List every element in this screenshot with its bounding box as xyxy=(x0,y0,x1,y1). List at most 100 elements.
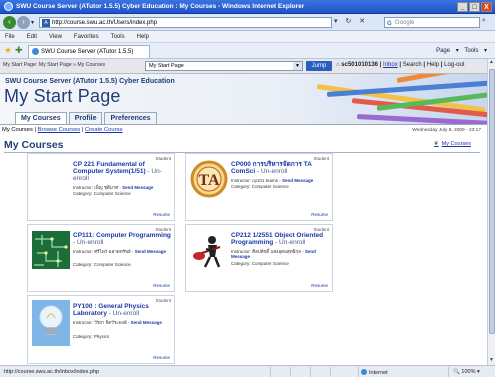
resume-link[interactable]: Resume xyxy=(153,283,170,288)
status-divider xyxy=(290,367,291,377)
resume-link[interactable]: Resume xyxy=(153,355,170,360)
google-icon: G xyxy=(387,21,392,27)
instructor: Instructor: เพ็ญ ชุติมาศ - Send Message xyxy=(73,185,173,190)
help-link[interactable]: Help xyxy=(427,62,439,68)
history-dropdown-icon[interactable]: ▾ xyxy=(31,19,34,26)
profile-tabs: My Courses Profile Preferences xyxy=(15,112,157,124)
course-title-text[interactable]: CP 221 Fundamental of Computer System(1/… xyxy=(73,161,146,175)
menu-file[interactable]: File xyxy=(5,34,15,40)
security-zone: Internet xyxy=(361,369,388,376)
username: sc501010136 xyxy=(341,62,379,68)
course-title[interactable]: CP111: Computer Programming - Un-enroll xyxy=(73,232,171,246)
pencils-banner-image xyxy=(297,74,487,124)
tab-preferences[interactable]: Preferences xyxy=(104,112,157,124)
books-icon: ❦ xyxy=(434,141,439,147)
menu-view[interactable]: View xyxy=(49,34,62,40)
instructor: Instructor: ศิลปศักดิ์ แสงอุดมสุทธิกุล -… xyxy=(231,249,331,259)
menu-tools[interactable]: Tools xyxy=(111,34,125,40)
course-title-text[interactable]: CP111: Computer Programming xyxy=(73,232,171,239)
search-input[interactable]: G Google xyxy=(384,17,480,28)
command-bar[interactable]: Page ▾ Tools ▾ xyxy=(436,47,487,54)
course-card: Student TA CP000 การบริหารจัดการ TA ComS… xyxy=(185,153,333,221)
scroll-up-icon[interactable]: ▲ xyxy=(488,59,495,67)
my-courses-link-label: My Courses xyxy=(441,141,471,147)
subnav-current: My Courses xyxy=(2,127,33,133)
unenroll-link[interactable]: - Un-enroll xyxy=(107,310,139,317)
scrollbar-thumb[interactable] xyxy=(489,69,495,334)
unenroll-link[interactable]: - Un-enroll xyxy=(255,168,287,175)
sub-navigation: My Courses | Browse Courses | Create Cou… xyxy=(0,124,487,135)
ie-logo-icon xyxy=(4,2,13,11)
resume-link[interactable]: Resume xyxy=(311,212,328,217)
search-placeholder: Google xyxy=(395,20,415,26)
forward-button[interactable]: › xyxy=(17,16,30,29)
inbox-link[interactable]: Inbox xyxy=(383,62,398,68)
menu-favorites[interactable]: Favorites xyxy=(74,34,99,40)
instructor: Instructor: ศรีไพร ฉลาดทรัพย์ - Send Mes… xyxy=(73,249,173,254)
instructor-text: Instructor: เพ็ญ ชุติมาศ - xyxy=(73,185,123,190)
jump-select[interactable]: My Start Page ▼ xyxy=(145,61,303,71)
logout-link[interactable]: Log-out xyxy=(444,62,464,68)
browse-courses-link[interactable]: Browse Courses xyxy=(38,127,81,133)
send-message-link[interactable]: Send Message xyxy=(131,320,162,325)
maximize-button[interactable]: □ xyxy=(469,2,480,12)
send-message-link[interactable]: Send Message xyxy=(122,185,153,190)
send-message-link[interactable]: Send Message xyxy=(282,178,313,183)
unenroll-link[interactable]: - Un-enroll xyxy=(273,239,305,246)
close-button[interactable]: X xyxy=(481,2,492,12)
user-icon: ⌂ xyxy=(336,62,340,68)
url-field[interactable]: A http://course.swu.ac.th/Users/index.ph… xyxy=(39,17,332,28)
favorites-star-icon[interactable]: ★ xyxy=(4,46,12,55)
search-link[interactable]: Search xyxy=(403,62,422,68)
create-course-link[interactable]: Create Course xyxy=(85,127,123,133)
minimize-button[interactable]: _ xyxy=(457,2,468,12)
menu-bar: File Edit View Favorites Tools Help xyxy=(0,31,495,43)
add-favorite-icon[interactable]: ✚ xyxy=(15,46,23,55)
browser-tab[interactable]: SWU Course Server (ATutor 1.5.5) Cyber E… xyxy=(28,45,150,67)
vertical-scrollbar[interactable]: ▲ ▼ xyxy=(487,59,495,365)
site-header: SWU Course Server (ATutor 1.5.5) Cyber E… xyxy=(0,74,487,124)
course-thumbnail-guitarist[interactable] xyxy=(190,231,228,269)
status-divider xyxy=(270,367,271,377)
sub-nav-links: My Courses | Browse Courses | Create Cou… xyxy=(2,127,123,133)
status-divider xyxy=(330,367,331,377)
jump-button[interactable]: Jump xyxy=(306,61,332,71)
course-thumbnail-bulb[interactable] xyxy=(32,300,70,346)
zoom-level[interactable]: 🔍 100% ▾ xyxy=(453,369,480,375)
course-card: Student CP212 1/2551 Object Oriented Pro… xyxy=(185,224,333,292)
page-title: My Start Page xyxy=(4,86,121,106)
resume-link[interactable]: Resume xyxy=(153,212,170,217)
atutor-top-strip: My Start Page: My Start Page » My Course… xyxy=(0,59,487,74)
status-divider xyxy=(310,367,311,377)
course-thumbnail-circuit[interactable] xyxy=(32,231,70,269)
category: Category: Computer Science xyxy=(73,191,131,196)
back-button[interactable]: ‹ xyxy=(3,16,16,29)
zone-label: Internet xyxy=(369,370,388,376)
globe-icon xyxy=(361,369,367,375)
favorites-bar: ★ ✚ SWU Course Server (ATutor 1.5.5) Cyb… xyxy=(0,43,495,67)
course-card: Student CP 221 Fundamental of Computer S… xyxy=(27,153,175,221)
course-title[interactable]: CP000 การบริหารจัดการ TA ComSci - Un-enr… xyxy=(231,161,329,175)
tab-profile[interactable]: Profile xyxy=(68,112,103,124)
scroll-down-icon[interactable]: ▼ xyxy=(488,357,495,365)
breadcrumb: My Start Page: My Start Page » My Course… xyxy=(3,62,106,68)
tab-my-courses[interactable]: My Courses xyxy=(15,112,67,124)
url-text: http://course.swu.ac.th/Users/index.php xyxy=(52,20,158,26)
menu-help[interactable]: Help xyxy=(137,34,149,40)
resume-link[interactable]: Resume xyxy=(311,283,328,288)
course-thumbnail-ta-logo[interactable]: TA xyxy=(190,160,228,198)
search-icon[interactable]: ⌕ xyxy=(482,17,486,25)
course-title[interactable]: PY100 : General Physics Laboratory - Un-… xyxy=(73,303,171,317)
page-viewport: My Start Page: My Start Page » My Course… xyxy=(0,59,487,365)
address-bar: ‹ › ▾ A http://course.swu.ac.th/Users/in… xyxy=(0,14,495,31)
refresh-stop-icons[interactable]: ▾ ↻ ✕ xyxy=(334,17,368,25)
send-message-link[interactable]: Send Message xyxy=(135,249,166,254)
chevron-down-icon: ▼ xyxy=(293,62,302,70)
course-title[interactable]: CP 221 Fundamental of Computer System(1/… xyxy=(73,161,171,182)
instructor: Instructor: วีรยา จิตวีระพงษ์ - Send Mes… xyxy=(73,320,173,325)
menu-edit[interactable]: Edit xyxy=(27,34,37,40)
course-title[interactable]: CP212 1/2551 Object Oriented Programming… xyxy=(231,232,329,246)
my-courses-link[interactable]: ❦ My Courses xyxy=(434,141,471,147)
unenroll-link[interactable]: - Un-enroll xyxy=(73,239,103,246)
svg-text:TA: TA xyxy=(198,172,219,189)
